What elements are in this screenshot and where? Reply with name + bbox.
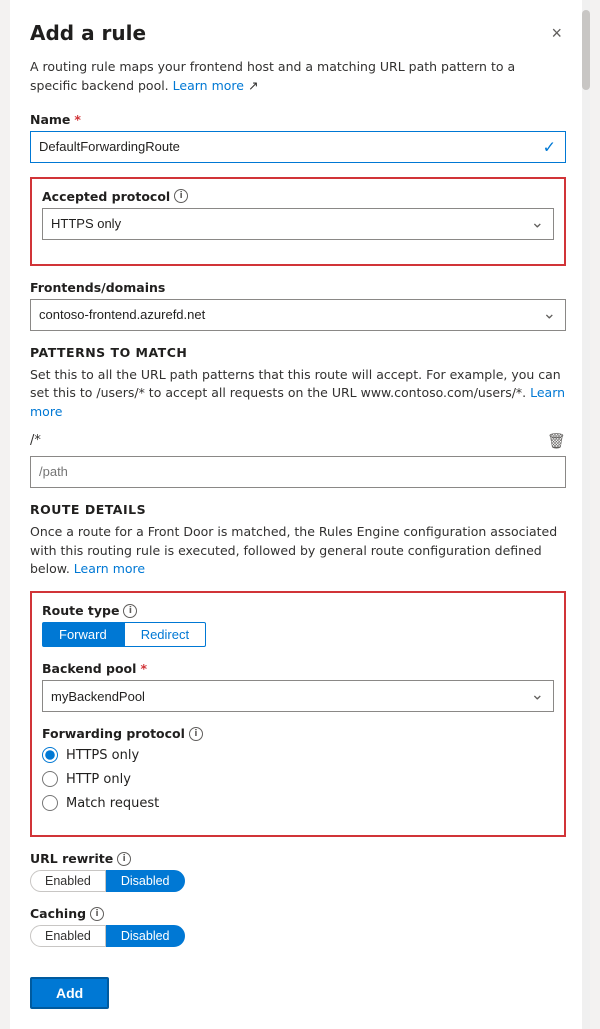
valid-check-icon: ✓	[543, 137, 556, 156]
route-details-description: Once a route for a Front Door is matched…	[30, 523, 566, 579]
url-rewrite-label: URL rewrite i	[30, 851, 566, 866]
forwarding-protocol-info-icon[interactable]: i	[189, 727, 203, 741]
add-rule-panel: Add a rule × A routing rule maps your fr…	[10, 0, 590, 1029]
route-type-section: Route type i Forward Redirect Backend po…	[30, 591, 566, 837]
caching-group: Caching i Enabled Disabled	[30, 906, 566, 947]
forwarding-protocol-label: Forwarding protocol i	[42, 726, 554, 741]
protocol-https-only-label: HTTPS only	[66, 748, 139, 763]
path-input-group	[30, 456, 566, 488]
name-required-star: *	[74, 112, 81, 127]
backend-pool-group: Backend pool * myBackendPool	[42, 661, 554, 712]
accepted-protocol-label: Accepted protocol i	[42, 189, 554, 204]
caching-label: Caching i	[30, 906, 566, 921]
protocol-http-only[interactable]: HTTP only	[42, 771, 554, 787]
accepted-protocol-group: Accepted protocol i HTTPS only HTTP only…	[42, 189, 554, 240]
forward-button[interactable]: Forward	[42, 622, 124, 647]
name-label: Name *	[30, 112, 566, 127]
backend-pool-label: Backend pool *	[42, 661, 554, 676]
url-rewrite-disabled-button[interactable]: Disabled	[106, 870, 185, 892]
name-input-wrapper: ✓	[30, 131, 566, 163]
frontends-domains-label: Frontends/domains	[30, 280, 566, 295]
name-input[interactable]	[30, 131, 566, 163]
accepted-protocol-info-icon[interactable]: i	[174, 189, 188, 203]
protocol-https-only-radio[interactable]	[42, 747, 58, 763]
protocol-match-request[interactable]: Match request	[42, 795, 554, 811]
pattern-value: /*	[30, 433, 41, 448]
protocol-http-only-radio[interactable]	[42, 771, 58, 787]
patterns-description: Set this to all the URL path patterns th…	[30, 366, 566, 422]
frontends-domains-select[interactable]: contoso-frontend.azurefd.net	[30, 299, 566, 331]
scrollbar[interactable]	[582, 0, 590, 1029]
description-learn-more[interactable]: Learn more	[173, 78, 244, 93]
url-rewrite-enabled-button[interactable]: Enabled	[30, 870, 106, 892]
panel-description: A routing rule maps your frontend host a…	[30, 58, 566, 96]
add-button[interactable]: Add	[30, 977, 109, 1009]
url-rewrite-info-icon[interactable]: i	[117, 852, 131, 866]
route-details-title: ROUTE DETAILS	[30, 502, 566, 517]
redirect-button[interactable]: Redirect	[124, 622, 206, 647]
scrollbar-thumb	[582, 10, 590, 90]
frontends-domains-group: Frontends/domains contoso-frontend.azure…	[30, 280, 566, 331]
backend-pool-select[interactable]: myBackendPool	[42, 680, 554, 712]
backend-pool-required-star: *	[140, 661, 147, 676]
panel-header: Add a rule ×	[30, 20, 566, 46]
protocol-https-only[interactable]: HTTPS only	[42, 747, 554, 763]
caching-disabled-button[interactable]: Disabled	[106, 925, 185, 947]
route-type-label: Route type i	[42, 603, 554, 618]
protocol-http-only-label: HTTP only	[66, 772, 131, 787]
url-rewrite-group: URL rewrite i Enabled Disabled	[30, 851, 566, 892]
close-button[interactable]: ×	[547, 20, 566, 46]
url-rewrite-toggle: Enabled Disabled	[30, 870, 566, 892]
caching-enabled-button[interactable]: Enabled	[30, 925, 106, 947]
forwarding-protocol-group: Forwarding protocol i HTTPS only HTTP on…	[42, 726, 554, 811]
accepted-protocol-select[interactable]: HTTPS only HTTP only HTTP and HTTPS	[42, 208, 554, 240]
panel-title: Add a rule	[30, 21, 146, 45]
protocol-match-request-label: Match request	[66, 796, 159, 811]
delete-pattern-icon[interactable]: 🗑	[547, 432, 566, 450]
protocol-match-request-radio[interactable]	[42, 795, 58, 811]
name-field-group: Name * ✓	[30, 112, 566, 163]
pattern-row: /* 🗑	[30, 432, 566, 450]
patterns-section-title: PATTERNS TO MATCH	[30, 345, 566, 360]
backend-pool-select-wrapper: myBackendPool	[42, 680, 554, 712]
caching-info-icon[interactable]: i	[90, 907, 104, 921]
caching-toggle: Enabled Disabled	[30, 925, 566, 947]
route-type-group: Route type i Forward Redirect	[42, 603, 554, 647]
forwarding-protocol-radio-group: HTTPS only HTTP only Match request	[42, 747, 554, 811]
accepted-protocol-select-wrapper: HTTPS only HTTP only HTTP and HTTPS	[42, 208, 554, 240]
route-details-learn-more[interactable]: Learn more	[74, 561, 145, 576]
accepted-protocol-section: Accepted protocol i HTTPS only HTTP only…	[30, 177, 566, 266]
path-input[interactable]	[30, 456, 566, 488]
route-type-toggle: Forward Redirect	[42, 622, 554, 647]
frontends-domains-select-wrapper: contoso-frontend.azurefd.net	[30, 299, 566, 331]
route-type-info-icon[interactable]: i	[123, 604, 137, 618]
